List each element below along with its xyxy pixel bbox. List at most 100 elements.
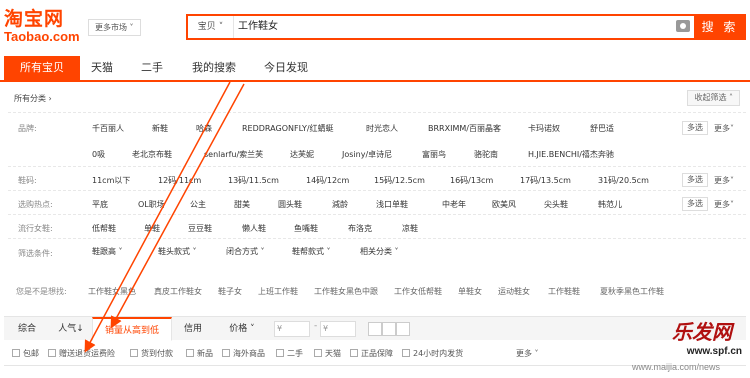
size-option[interactable]: 11cm以下 — [92, 175, 130, 186]
checkbox-label: 包邮 — [23, 349, 39, 358]
tab-secondhand[interactable]: 二手 — [132, 56, 172, 80]
hot-option[interactable]: OL职场 — [138, 199, 165, 210]
popular-option[interactable]: 豆豆鞋 — [188, 223, 212, 234]
header: 淘宝网 Taobao.com 更多市场 ˅ 宝贝 ˅ 工作鞋女 搜 索 — [0, 0, 750, 52]
search-input[interactable]: 工作鞋女 — [238, 16, 658, 38]
brand-option[interactable]: 0吸 — [92, 149, 105, 160]
hot-option[interactable]: 浅口单鞋 — [376, 199, 408, 210]
sort-popularity[interactable]: 人气↓ — [54, 317, 88, 341]
more-button[interactable]: 更多˅ — [714, 199, 734, 210]
hot-option[interactable]: 圆头鞋 — [278, 199, 302, 210]
checkbox-new[interactable]: 新品 — [186, 348, 213, 359]
sort-default[interactable]: 综合 — [12, 317, 42, 341]
hot-option[interactable]: 欧美风 — [492, 199, 516, 210]
hot-option[interactable]: 公主 — [190, 199, 206, 210]
popular-option[interactable]: 凉鞋 — [402, 223, 418, 234]
popular-option[interactable]: 懒人鞋 — [242, 223, 266, 234]
checkbox-return-insurance[interactable]: 赠送退货运费险 — [48, 348, 115, 359]
checkbox-secondhand[interactable]: 二手 — [276, 348, 303, 359]
tab-my-search[interactable]: 我的搜索 — [186, 56, 242, 80]
suggestion-link[interactable]: 真皮工作鞋女 — [154, 286, 202, 297]
checkbox-more-button[interactable]: 更多 ˅ — [516, 348, 539, 359]
brand-option[interactable]: Josiny/卓诗尼 — [342, 149, 392, 160]
multi-select-button[interactable]: 多选 — [682, 173, 708, 187]
checkbox-cod[interactable]: 货到付款 — [130, 348, 173, 359]
size-option[interactable]: 15码/12.5cm — [374, 175, 425, 186]
popular-option[interactable]: 布洛克 — [348, 223, 372, 234]
hot-option[interactable]: 甜美 — [234, 199, 250, 210]
brand-option[interactable]: 骆驼南 — [474, 149, 498, 160]
taobao-logo[interactable]: 淘宝网 Taobao.com — [4, 8, 82, 48]
brand-option[interactable]: 时光恋人 — [366, 123, 398, 134]
collapse-filter-button[interactable]: 收起筛选 ˄ — [687, 90, 740, 106]
brand-option[interactable]: 新鞋 — [152, 123, 168, 134]
suggestion-link[interactable]: 上班工作鞋 — [258, 286, 298, 297]
price-from-input[interactable]: ¥ — [274, 321, 310, 337]
search-button[interactable]: 搜 索 — [694, 14, 746, 40]
checkbox-24h-ship[interactable]: 24小时内发货 — [402, 348, 463, 359]
tab-tmall[interactable]: 天猫 — [82, 56, 122, 80]
hot-option[interactable]: 中老年 — [442, 199, 466, 210]
checkbox-free-shipping[interactable]: 包邮 — [12, 348, 39, 359]
brand-option[interactable]: 富丽鸟 — [422, 149, 446, 160]
checkbox-tmall[interactable]: 天猫 — [314, 348, 341, 359]
suggestion-link[interactable]: 工作鞋女黑色中跟 — [314, 286, 378, 297]
breadcrumb[interactable]: 所有分类 › — [14, 93, 52, 104]
closure-dropdown[interactable]: 闭合方式 ˅ — [222, 243, 269, 261]
camera-icon[interactable] — [676, 20, 690, 32]
suggestion-link[interactable]: 单鞋女 — [458, 286, 482, 297]
more-markets-dropdown[interactable]: 更多市场 ˅ — [88, 19, 141, 36]
price-to-input[interactable]: ¥ — [320, 321, 356, 337]
watermark-title: 乐发网 — [672, 320, 732, 344]
checkbox-overseas[interactable]: 海外商品 — [222, 348, 265, 359]
checkbox-genuine[interactable]: 正品保障 — [350, 348, 393, 359]
toe-style-dropdown[interactable]: 鞋头款式 ˅ — [154, 243, 201, 261]
upper-style-dropdown[interactable]: 鞋帮款式 ˅ — [288, 243, 335, 261]
brand-option[interactable]: BRRXIMM/百丽晶客 — [428, 123, 501, 134]
size-option[interactable]: 16码/13cm — [450, 175, 493, 186]
size-option[interactable]: 17码/13.5cm — [520, 175, 571, 186]
brand-option[interactable]: 老北京布鞋 — [132, 149, 172, 160]
suggestion-link[interactable]: 工作女低帮鞋 — [394, 286, 442, 297]
sort-price[interactable]: 价格 ˅ — [222, 317, 262, 341]
tab-all-items[interactable]: 所有宝贝 — [4, 56, 80, 80]
hot-option[interactable]: 減龄 — [332, 199, 348, 210]
popular-option[interactable]: 鱼嘴鞋 — [294, 223, 318, 234]
more-button[interactable]: 更多˅ — [714, 123, 734, 134]
brand-option[interactable]: 达芙妮 — [290, 149, 314, 160]
related-category-dropdown[interactable]: 相关分类 ˅ — [356, 243, 403, 261]
view-list-icon[interactable] — [382, 322, 396, 336]
sort-sales-desc[interactable]: 销量从高到低 — [92, 317, 172, 341]
chevron-down-icon: ˅ — [730, 124, 734, 133]
brand-option[interactable]: H.JIE.BENCHI/禧杰奔驰 — [528, 149, 614, 160]
brand-option[interactable]: 舒巴适 — [590, 123, 614, 134]
size-option[interactable]: 12码/11cm — [158, 175, 201, 186]
tab-today-discover[interactable]: 今日发现 — [258, 56, 314, 80]
hot-option[interactable]: 平底 — [92, 199, 108, 210]
view-grid-icon[interactable] — [368, 322, 382, 336]
hot-option[interactable]: 尖头鞋 — [544, 199, 568, 210]
suggestion-link[interactable]: 运动鞋女 — [498, 286, 530, 297]
multi-select-button[interactable]: 多选 — [682, 121, 708, 135]
size-option[interactable]: 13码/11.5cm — [228, 175, 279, 186]
view-large-icon[interactable] — [396, 322, 410, 336]
suggestion-link[interactable]: 工作鞋鞋 — [548, 286, 580, 297]
brand-option[interactable]: senlarfu/索兰芙 — [204, 149, 263, 160]
heel-height-dropdown[interactable]: 鞋跟高 ˅ — [88, 243, 127, 261]
suggestion-link[interactable]: 鞋子女 — [218, 286, 242, 297]
hot-option[interactable]: 韩范儿 — [598, 199, 622, 210]
brand-option[interactable]: 千百丽人 — [92, 123, 124, 134]
suggestion-link[interactable]: 工作鞋女黑色 — [88, 286, 136, 297]
brand-option[interactable]: REDDRAGONFLY/红蜻蜓 — [242, 123, 334, 134]
brand-option[interactable]: 哈森 — [196, 123, 212, 134]
suggestion-link[interactable]: 夏秋季黑色工作鞋 — [600, 286, 664, 297]
multi-select-button[interactable]: 多选 — [682, 197, 708, 211]
popular-option[interactable]: 低帮鞋 — [92, 223, 116, 234]
size-option[interactable]: 31码/20.5cm — [598, 175, 649, 186]
more-button[interactable]: 更多˅ — [714, 175, 734, 186]
popular-option[interactable]: 单鞋 — [144, 223, 160, 234]
sort-credit[interactable]: 信用 — [178, 317, 208, 341]
brand-option[interactable]: 卡玛诺奴 — [528, 123, 560, 134]
search-scope-select[interactable]: 宝贝 ˅ — [188, 16, 234, 38]
size-option[interactable]: 14码/12cm — [306, 175, 349, 186]
